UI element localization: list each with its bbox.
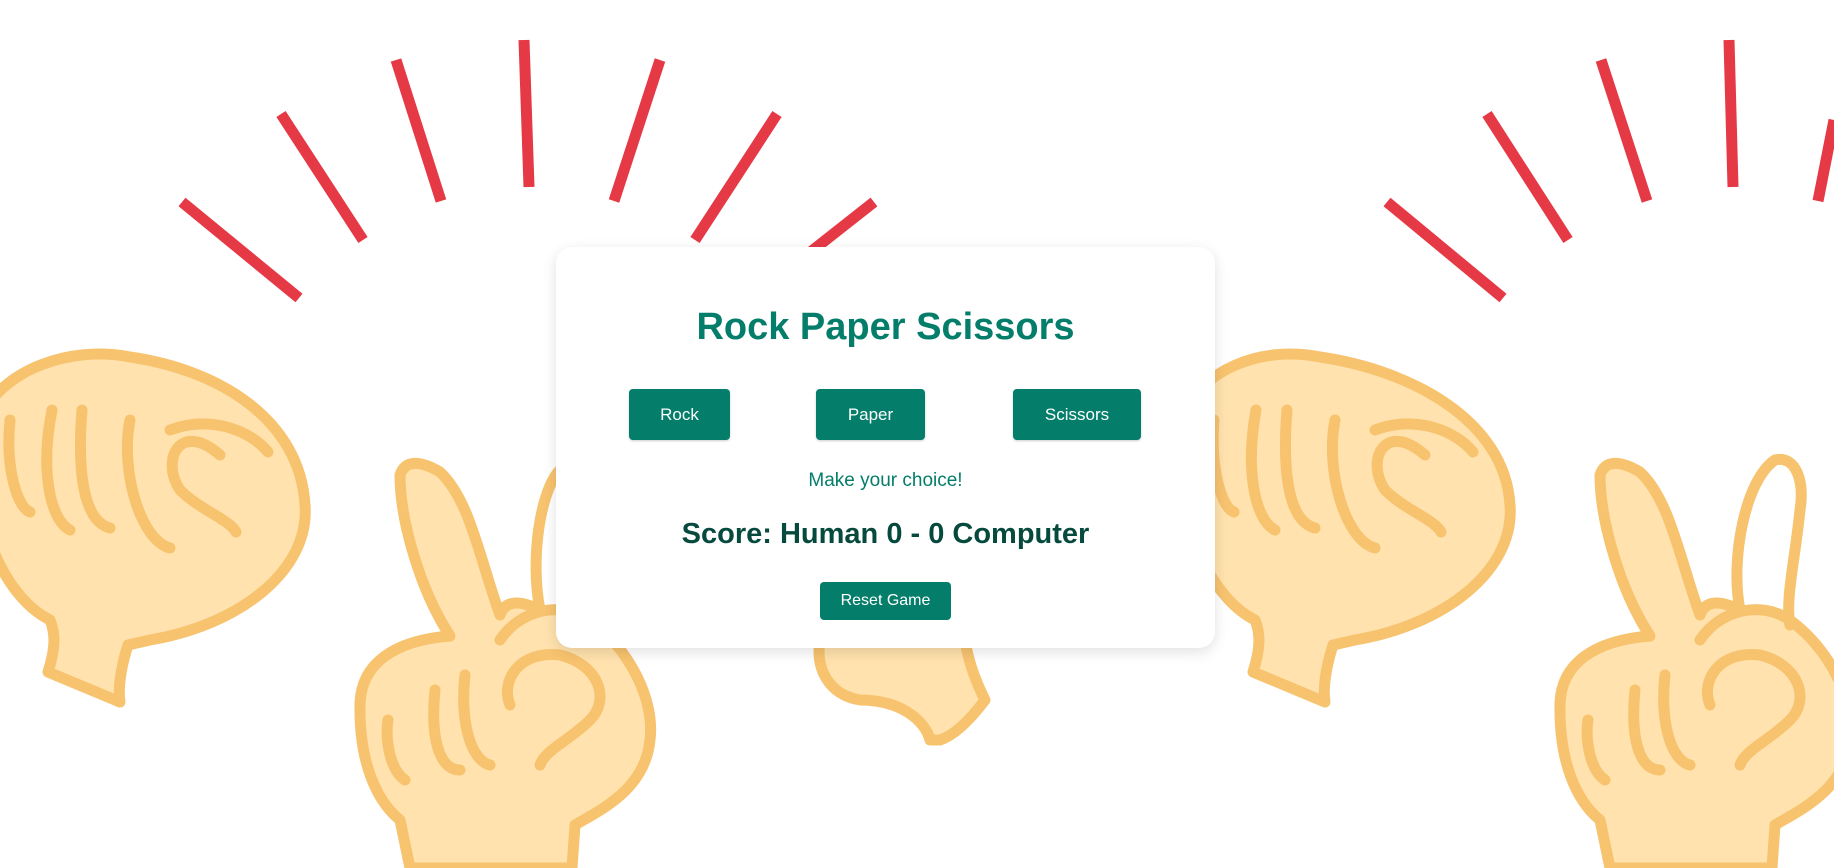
reset-game-button[interactable]: Reset Game <box>820 582 951 620</box>
peace-sign-hand-icon <box>1554 453 1834 868</box>
game-card: Rock Paper Scissors Rock Paper Scissors … <box>556 247 1215 648</box>
fist-hand-icon <box>0 348 311 708</box>
burst-lines-right <box>1383 39 1834 303</box>
result-message: Make your choice! <box>808 470 963 491</box>
hand-icon-center <box>813 634 991 746</box>
rock-button[interactable]: Rock <box>629 389 730 440</box>
score-display: Score: Human 0 - 0 Computer <box>681 518 1090 550</box>
fist-hand-icon <box>1174 348 1516 708</box>
page: Rock Paper Scissors Rock Paper Scissors … <box>0 0 1834 868</box>
paper-button[interactable]: Paper <box>816 389 925 440</box>
game-title: Rock Paper Scissors <box>696 306 1075 348</box>
scissors-button[interactable]: Scissors <box>1013 389 1141 440</box>
